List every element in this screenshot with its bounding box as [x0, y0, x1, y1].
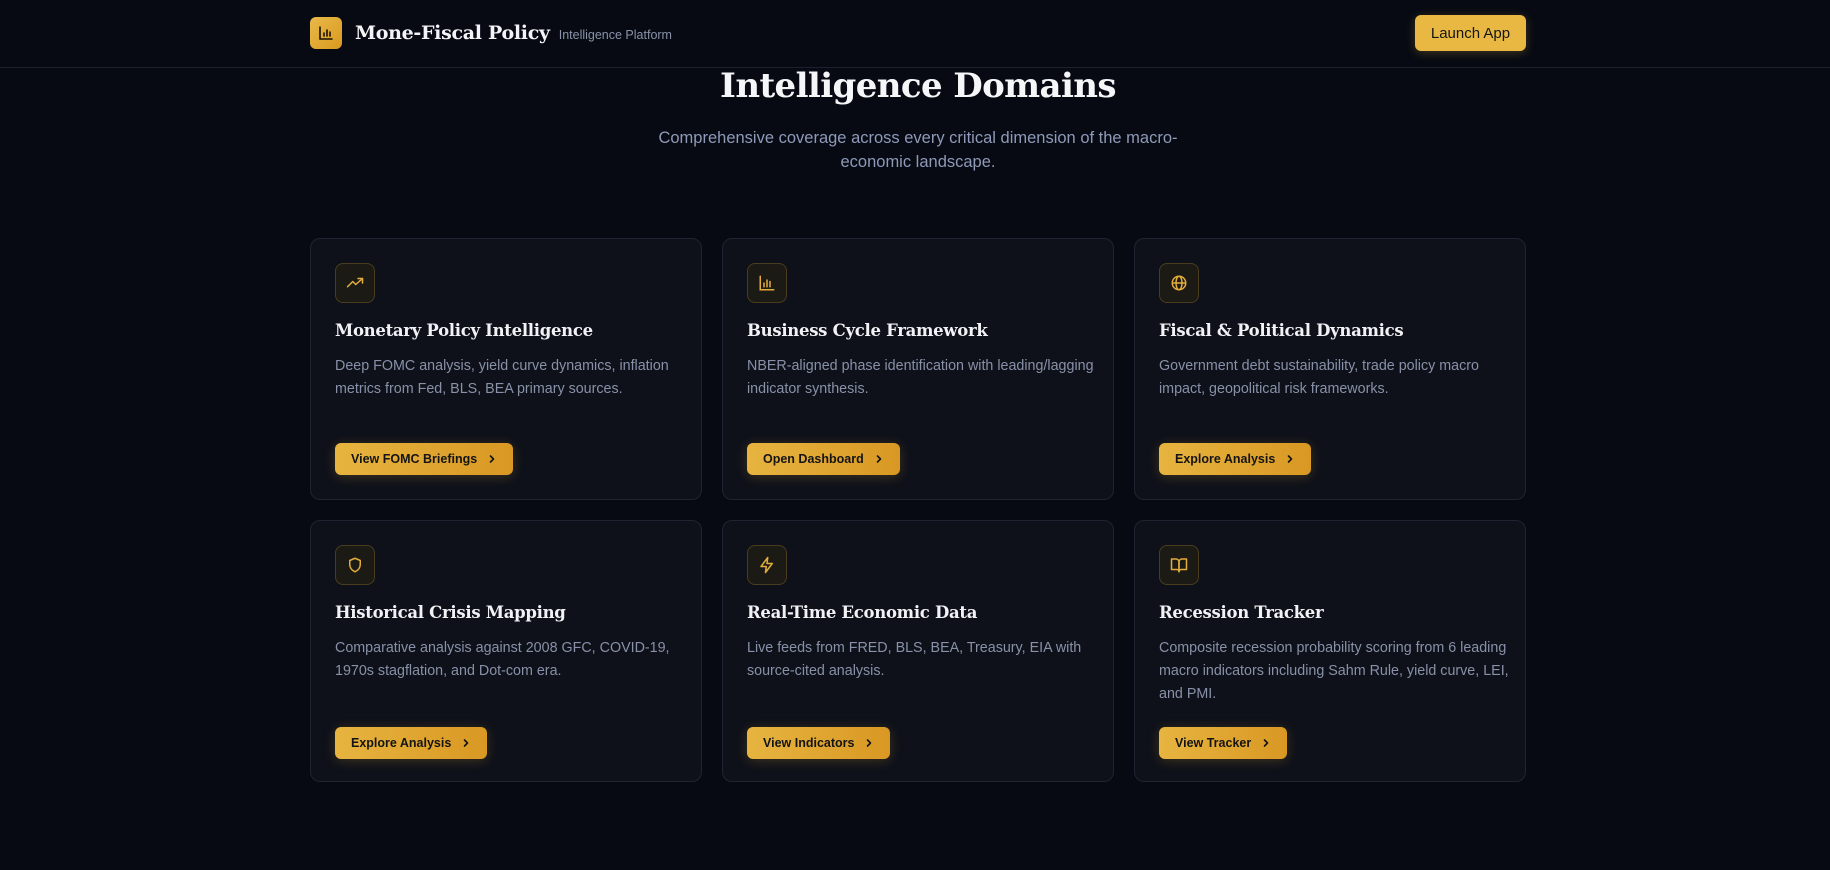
card-description: Live feeds from FRED, BLS, BEA, Treasury… [747, 640, 1082, 679]
card-title: Historical Crisis Mapping [335, 603, 566, 622]
globe-icon [1159, 263, 1199, 303]
card-title: Recession Tracker [1159, 603, 1324, 622]
domain-card-monetary-policy: Monetary Policy Intelligence Deep FOMC a… [310, 238, 702, 500]
brand-name: Mone-Fiscal Policy [355, 22, 550, 44]
chevron-right-icon [874, 454, 884, 464]
button-label: Explore Analysis [351, 736, 452, 750]
domain-card-real-time-data: Real-Time Economic Data Live feeds from … [722, 520, 1114, 782]
top-navbar: Mone-Fiscal Policy Intelligence Platform… [0, 0, 1830, 68]
lightning-icon [747, 545, 787, 585]
card-title: Fiscal & Political Dynamics [1159, 321, 1404, 340]
shield-icon [335, 545, 375, 585]
card-description: Comparative analysis against 2008 GFC, C… [335, 640, 670, 679]
button-label: Open Dashboard [763, 452, 864, 466]
open-dashboard-button[interactable]: Open Dashboard [747, 443, 900, 475]
card-description: NBER-aligned phase identification with l… [747, 358, 1094, 397]
brand-subtitle: Intelligence Platform [558, 28, 672, 42]
brand[interactable]: Mone-Fiscal Policy Intelligence Platform [310, 17, 672, 49]
button-label: View Indicators [763, 736, 855, 750]
button-label: Explore Analysis [1175, 452, 1276, 466]
explore-analysis-button[interactable]: Explore Analysis [1159, 443, 1312, 475]
card-title: Business Cycle Framework [747, 321, 988, 340]
chevron-right-icon [461, 738, 471, 748]
domain-card-fiscal-political: Fiscal & Political Dynamics Government d… [1134, 238, 1526, 500]
book-open-icon [1159, 545, 1199, 585]
explore-analysis-button[interactable]: Explore Analysis [335, 727, 488, 759]
launch-app-button[interactable]: Launch App [1415, 15, 1526, 51]
bar-chart-icon [747, 263, 787, 303]
view-indicators-button[interactable]: View Indicators [747, 727, 891, 759]
view-tracker-button[interactable]: View Tracker [1159, 727, 1288, 759]
view-fomc-briefings-button[interactable]: View FOMC Briefings [335, 443, 514, 475]
trending-up-icon [335, 263, 375, 303]
card-description: Composite recession probability scoring … [1159, 640, 1509, 702]
domain-card-historical-crisis: Historical Crisis Mapping Comparative an… [310, 520, 702, 782]
chevron-right-icon [1285, 454, 1295, 464]
card-description: Government debt sustainability, trade po… [1159, 358, 1479, 397]
domain-card-recession-tracker: Recession Tracker Composite recession pr… [1134, 520, 1526, 782]
bar-chart-icon [310, 17, 342, 49]
card-title: Monetary Policy Intelligence [335, 321, 593, 340]
card-title: Real-Time Economic Data [747, 603, 978, 622]
domain-card-business-cycle: Business Cycle Framework NBER-aligned ph… [722, 238, 1114, 500]
section-subtitle: Comprehensive coverage across every crit… [658, 129, 1178, 171]
chevron-right-icon [864, 738, 874, 748]
button-label: View Tracker [1175, 736, 1252, 750]
section-title: Intelligence Domains [720, 66, 1117, 106]
button-label: View FOMC Briefings [351, 452, 478, 466]
chevron-right-icon [1261, 738, 1271, 748]
card-description: Deep FOMC analysis, yield curve dynamics… [335, 358, 669, 397]
chevron-right-icon [487, 454, 497, 464]
